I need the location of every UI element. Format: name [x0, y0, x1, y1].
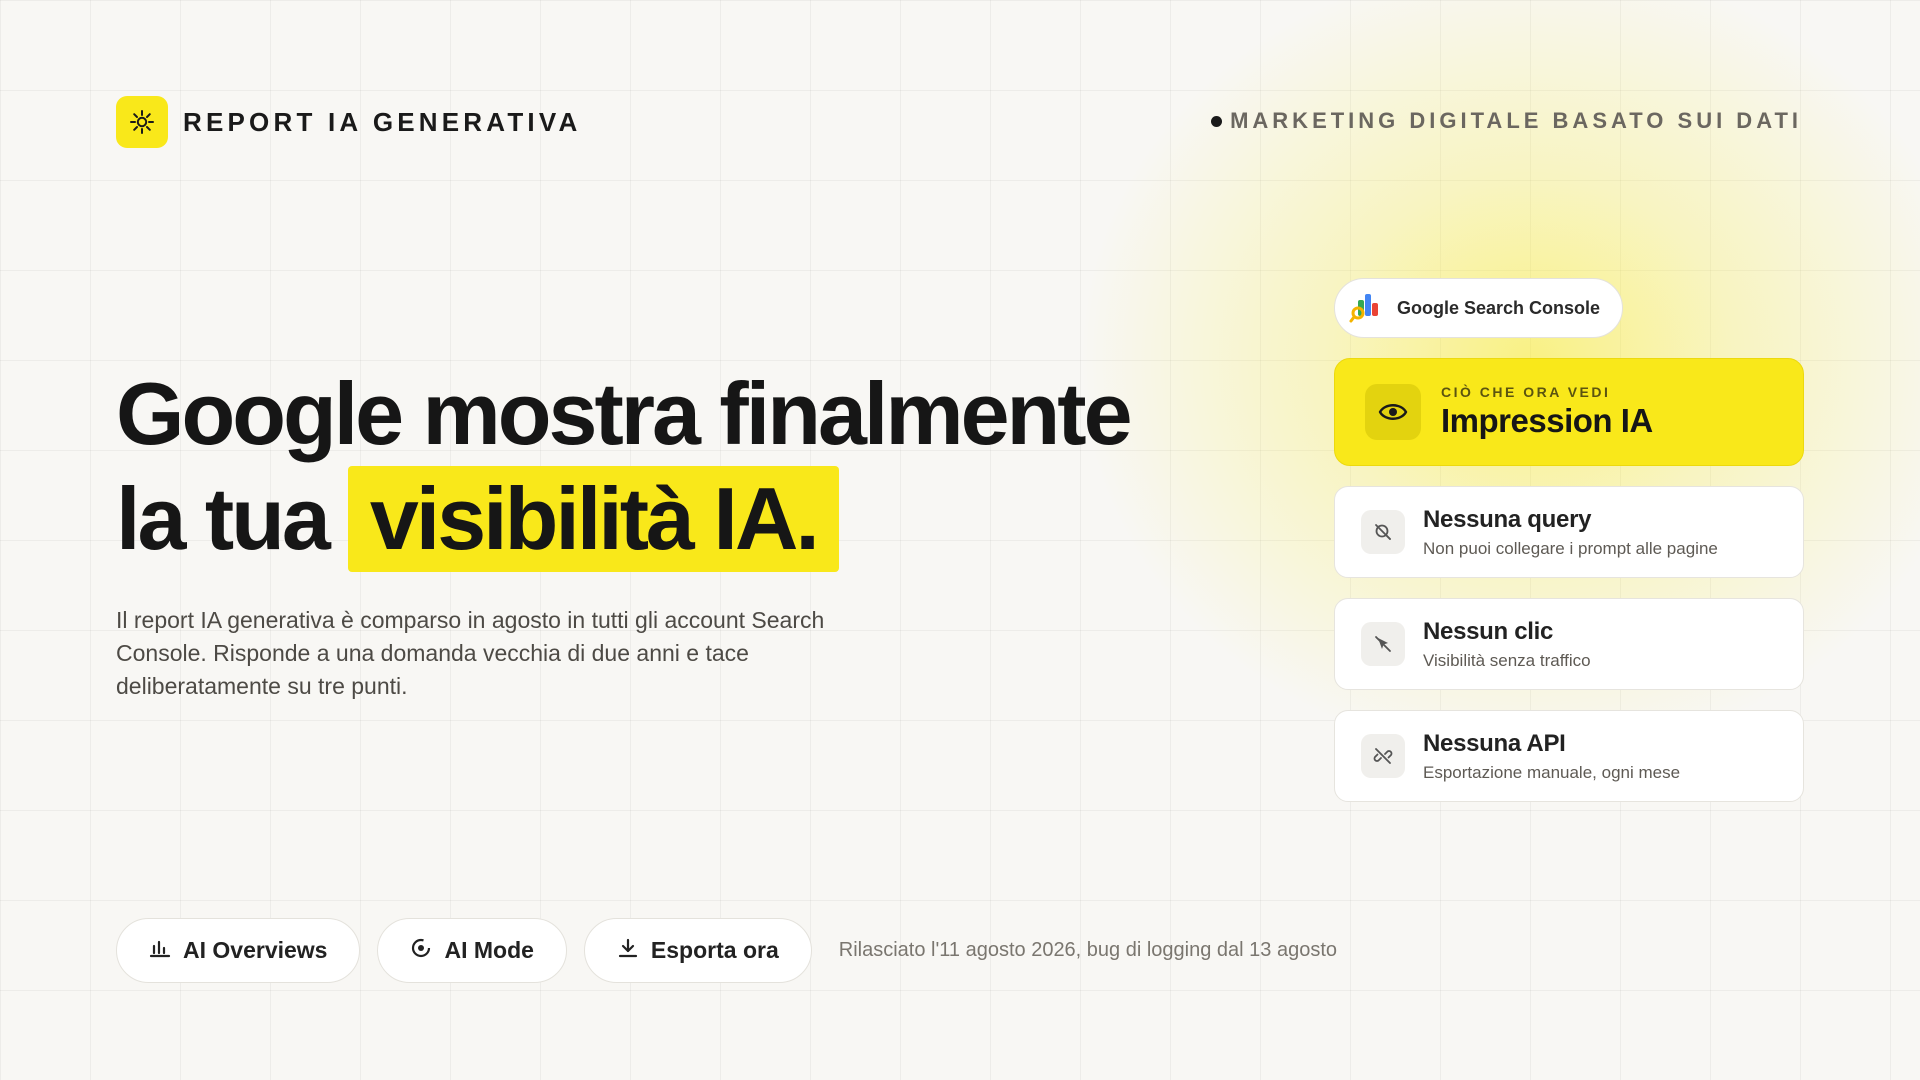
ai-mode-button[interactable]: AI Mode [377, 918, 567, 983]
cursor-off-icon [1361, 622, 1405, 666]
limitation-title: Nessun clic [1423, 617, 1554, 645]
action-bar: AI Overviews AI Mode Esporta ora Rilasci… [116, 918, 1337, 983]
headline-prefix: la tua [116, 469, 331, 568]
headline-highlight: visibilità IA. [347, 466, 839, 572]
brand: REPORT IA GENERATIVA [116, 96, 581, 148]
export-now-label: Esporta ora [650, 937, 779, 963]
limitation-card: Nessuna API Esportazione manuale, ogni m… [1334, 710, 1804, 802]
ai-overviews-label: AI Overviews [183, 937, 328, 963]
source-chip-label: Google Search Console [1397, 297, 1601, 318]
ai-overviews-button[interactable]: AI Overviews [116, 918, 361, 983]
feature-kicker: CIÒ CHE ORA VEDI [1441, 384, 1611, 400]
tagline-dot-icon [1211, 115, 1223, 127]
sun-icon [116, 96, 168, 148]
limitation-subtitle: Non puoi collegare i prompt alle pagine [1423, 538, 1718, 558]
export-now-button[interactable]: Esporta ora [583, 918, 812, 983]
feature-card: CIÒ CHE ORA VEDI Impression IA [1334, 358, 1804, 466]
release-note: Rilasciato l'11 agosto 2026, bug di logg… [838, 939, 1338, 961]
target-icon [410, 937, 432, 965]
search-off-icon [1361, 510, 1405, 554]
eye-icon [1365, 384, 1421, 440]
source-chip[interactable]: Google Search Console [1334, 278, 1624, 338]
hero-description: Il report IA generativa è comparso in ag… [116, 607, 825, 699]
feature-title: Impression IA [1441, 402, 1653, 439]
tagline-text: MARKETING DIGITALE BASATO SUI DATI [1230, 108, 1802, 133]
download-icon [617, 937, 639, 965]
search-console-icon [1349, 289, 1383, 328]
ai-mode-label: AI Mode [444, 937, 534, 963]
brand-name: REPORT IA GENERATIVA [183, 106, 582, 137]
link-off-icon [1361, 734, 1405, 778]
headline-line-1: Google mostra finalmente [116, 364, 1133, 463]
limitation-title: Nessuna API [1423, 729, 1566, 757]
bar-chart-icon [149, 937, 171, 964]
headline: Google mostra finalmente la tua visibili… [116, 362, 1133, 572]
limitation-title: Nessuna query [1423, 505, 1592, 533]
insight-panel: Google Search Console CIÒ CHE ORA VEDI I… [1334, 278, 1804, 802]
headline-line-2: la tua visibilità IA. [116, 466, 1130, 572]
limitation-card: Nessun clic Visibilità senza traffico [1334, 598, 1804, 690]
limitation-card: Nessuna query Non puoi collegare i promp… [1334, 486, 1804, 578]
limitation-subtitle: Visibilità senza traffico [1423, 650, 1591, 670]
tagline: MARKETING DIGITALE BASATO SUI DATI [1211, 108, 1802, 134]
limitation-subtitle: Esportazione manuale, ogni mese [1423, 762, 1681, 782]
